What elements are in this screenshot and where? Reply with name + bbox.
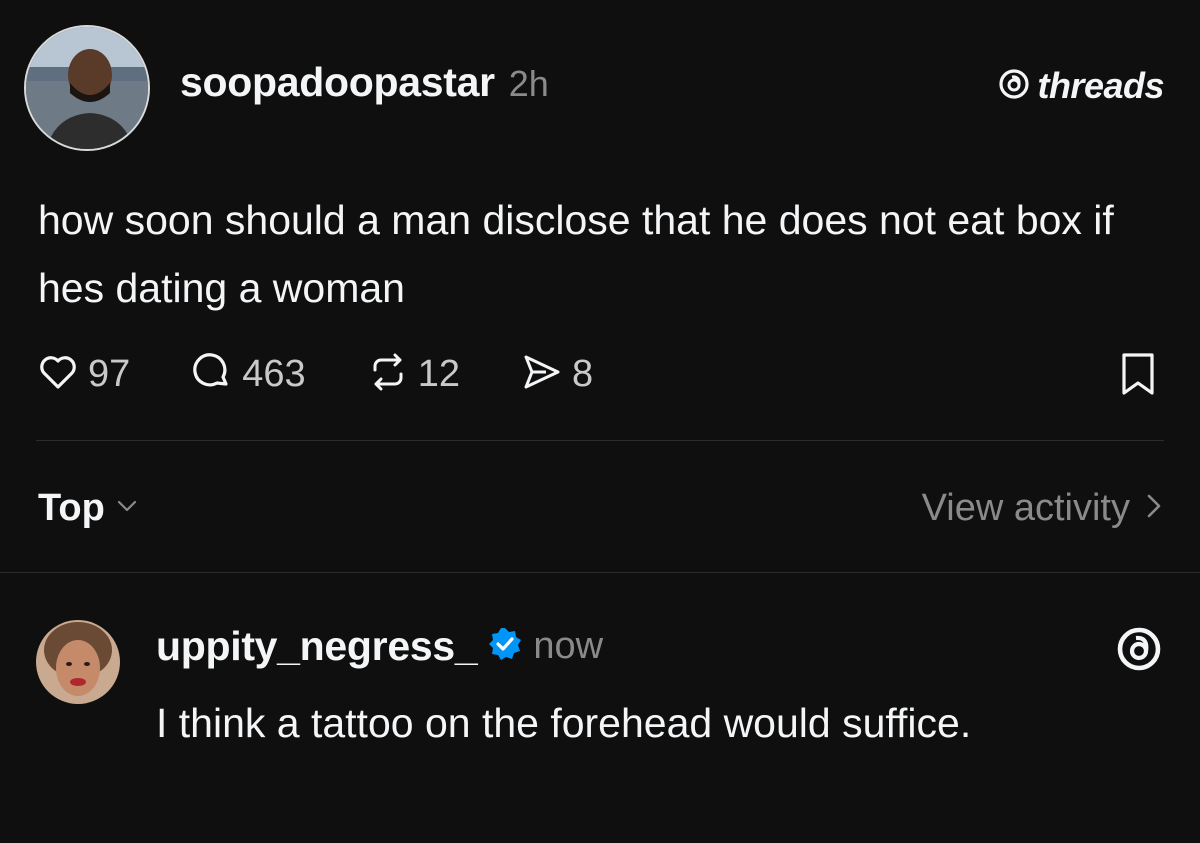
share-count: 8 [571, 352, 594, 395]
speech-bubble-icon [190, 350, 234, 399]
reply-item: uppity_negress_ now I think a tattoo on … [36, 616, 1164, 836]
chevron-down-icon [115, 494, 139, 523]
chevron-right-icon [1144, 491, 1164, 526]
divider [0, 572, 1200, 573]
reply-username[interactable]: uppity_negress_ [156, 623, 478, 670]
reply-avatar[interactable] [36, 620, 120, 704]
view-activity-label: View activity [921, 486, 1130, 529]
post-header: soopadoopastar 2h threads [24, 25, 1164, 151]
threads-brand: threads [997, 65, 1164, 107]
heart-icon [36, 350, 80, 399]
threads-logo-button[interactable] [1114, 624, 1164, 679]
like-count: 97 [88, 352, 131, 395]
comment-count: 463 [242, 352, 306, 395]
repost-icon [366, 350, 410, 399]
like-button[interactable]: 97 [36, 350, 130, 399]
repost-count: 12 [417, 352, 460, 395]
comment-button[interactable]: 463 [190, 350, 306, 399]
post-timestamp: 2h [508, 63, 549, 104]
reply-timestamp: now [533, 624, 604, 667]
author-username[interactable]: soopadoopastar [180, 59, 495, 106]
author-line: soopadoopastar 2h [180, 59, 549, 106]
threads-logo-icon [1114, 627, 1164, 678]
bookmark-icon [1116, 353, 1160, 402]
threads-logo-icon [997, 67, 1031, 106]
post-text: how soon should a man disclose that he d… [38, 197, 1114, 311]
threads-post-screen: soopadoopastar 2h threads how soon shoul… [0, 0, 1200, 843]
post-actions: 97 463 12 8 [36, 346, 1160, 402]
repost-button[interactable]: 12 [366, 350, 460, 399]
reply-author-line: uppity_negress_ now [156, 616, 603, 676]
sort-label: Top [38, 486, 105, 529]
threads-wordmark: threads [1037, 65, 1164, 106]
send-icon [520, 350, 564, 399]
sort-dropdown[interactable]: Top [38, 487, 139, 530]
verified-badge-icon [487, 626, 523, 667]
author-avatar[interactable] [24, 25, 150, 151]
replies-toolbar: Top View activity [38, 480, 1164, 536]
bookmark-button[interactable] [1116, 350, 1160, 403]
view-activity-link[interactable]: View activity [922, 487, 1164, 530]
share-button[interactable]: 8 [520, 350, 593, 399]
reply-text: I think a tattoo on the forehead would s… [156, 700, 972, 746]
divider [36, 440, 1164, 441]
